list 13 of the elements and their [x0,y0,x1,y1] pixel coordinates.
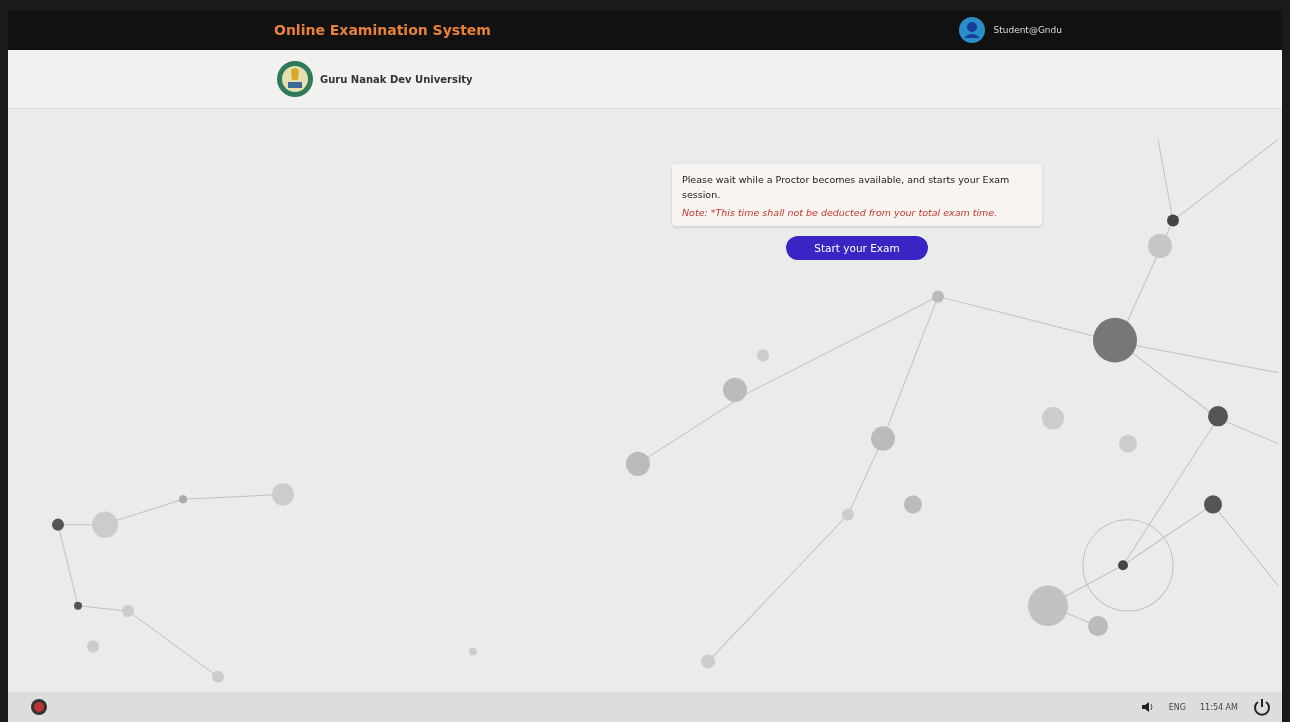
wait-message: Please wait while a Proctor becomes available, and starts your Exam session. [682,173,1011,203]
app-title: Online Examination System [274,22,491,38]
user-avatar-icon [959,17,986,43]
clock-time: 11:54 AM [1200,702,1238,712]
start-menu-icon[interactable] [30,698,48,716]
note-text: Note: *This time shall not be deducted from your total exam time. [682,207,999,219]
power-icon[interactable] [1252,697,1272,717]
username: Student@Gndu [993,25,1062,35]
speaker-icon[interactable] [1140,701,1155,713]
university-logo-icon [276,60,314,98]
language-indicator[interactable]: ENG [1168,702,1186,712]
start-exam-button[interactable]: Start your Exam [786,236,928,261]
university-name: Guru Nanak Dev University [320,73,473,85]
